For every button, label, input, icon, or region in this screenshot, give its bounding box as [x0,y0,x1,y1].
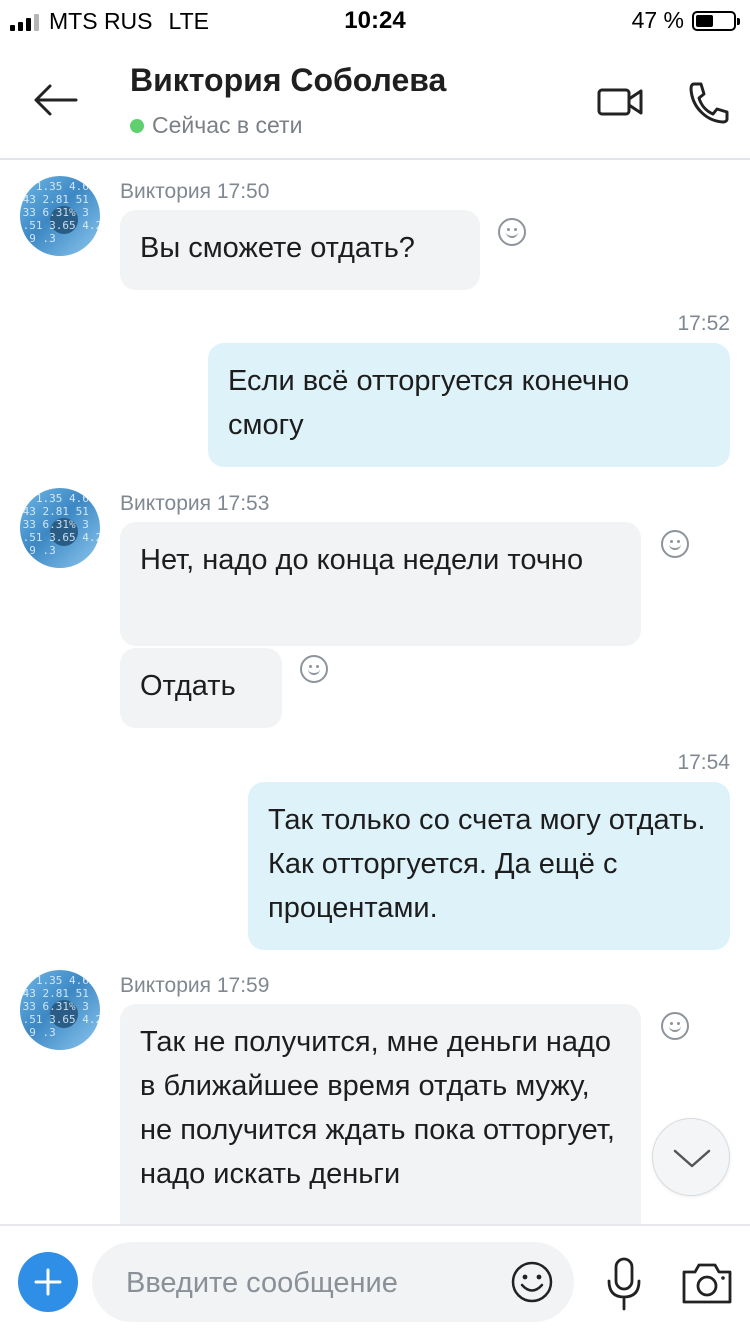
back-arrow-icon[interactable] [30,80,80,120]
battery-icon [692,10,740,31]
chat-header: Виктория Соболева Сейчас в сети [0,42,750,160]
message-meta: 17:52 [677,312,730,335]
status-bar: MTS RUS LTE 10:24 47 % [0,0,750,42]
message-meta: Виктория 17:50 [120,180,270,203]
add-attachment-button[interactable] [18,1252,78,1312]
contact-name[interactable]: Виктория Соболева [130,62,446,99]
message-list[interactable]: 44 1.35 4.65% .43 2.81 51 .33 6.31% 3 1.… [0,160,750,1224]
chevron-down-icon [673,1149,711,1168]
presence-status: Сейчас в сети [130,112,302,139]
online-dot-icon [130,118,144,133]
outgoing-message[interactable]: Так только со счета могу отдать. Как отт… [248,782,730,950]
message-input[interactable] [124,1242,498,1324]
outgoing-message[interactable]: Если всё отторгуется конечно смогу [208,343,730,467]
message-meta: Виктория 17:53 [120,492,270,515]
contact-avatar[interactable]: 44 1.35 4.65% .43 2.81 51 .33 6.31% 3 1.… [20,488,100,568]
incoming-message[interactable]: Нет, надо до конца недели точно [120,522,641,646]
incoming-message[interactable]: Отдать [120,648,282,728]
reaction-smiley-icon[interactable] [498,218,526,246]
phone-call-icon[interactable] [684,80,734,124]
video-call-icon[interactable] [596,80,646,124]
plus-icon [34,1268,62,1296]
camera-icon[interactable] [680,1258,734,1306]
presence-text: Сейчас в сети [152,112,303,138]
incoming-message[interactable]: Вы сможете отдать? [120,210,480,290]
microphone-icon[interactable] [602,1256,646,1312]
reaction-smiley-icon[interactable] [661,1012,689,1040]
battery-percent: 47 % [631,7,684,33]
scroll-to-bottom-button[interactable] [652,1118,730,1196]
message-input-container[interactable] [92,1242,574,1324]
contact-avatar[interactable]: 44 1.35 4.65% .43 2.81 51 .33 6.31% 3 1.… [20,970,100,1050]
incoming-message[interactable]: Так не получится, мне деньги надо в ближ… [120,1004,641,1224]
emoji-icon[interactable] [510,1260,554,1304]
contact-avatar[interactable]: 44 1.35 4.65% .43 2.81 51 .33 6.31% 3 1.… [20,176,100,256]
reaction-smiley-icon[interactable] [661,530,689,558]
reaction-smiley-icon[interactable] [300,655,328,683]
message-composer [0,1224,750,1334]
message-meta: 17:54 [677,751,730,774]
message-meta: Виктория 17:59 [120,974,270,997]
